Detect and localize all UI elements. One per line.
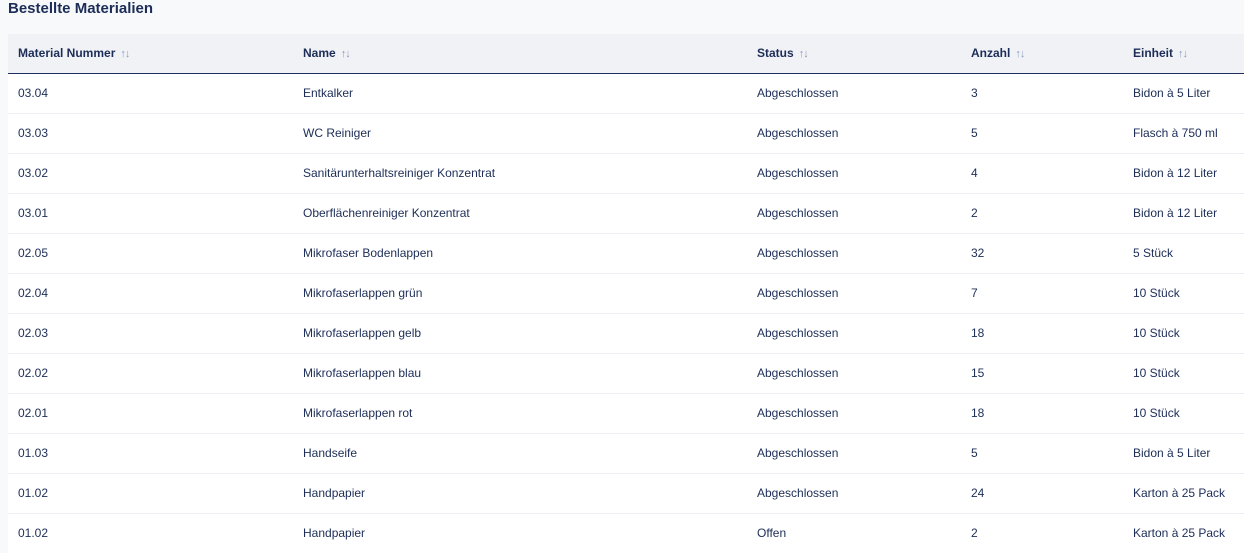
column-header-anzahl[interactable]: Anzahl ↑↓ (961, 34, 1123, 74)
cell-status: Abgeschlossen (747, 153, 961, 194)
cell-status: Abgeschlossen (747, 473, 961, 514)
table-row[interactable]: 01.02 Handpapier Offen 2 Karton à 25 Pack (8, 513, 1244, 553)
cell-material-nummer: 01.02 (8, 473, 293, 514)
cell-einheit: Bidon à 5 Liter (1123, 433, 1244, 474)
cell-material-nummer: 01.02 (8, 513, 293, 553)
cell-material-nummer: 02.05 (8, 233, 293, 274)
table-row[interactable]: 01.03 Handseife Abgeschlossen 5 Bidon à 5 Li… (8, 433, 1244, 474)
cell-anzahl: 5 (961, 433, 1123, 474)
cell-name: Mikrofaserlappen grün (293, 273, 747, 314)
cell-material-nummer: 03.04 (8, 73, 293, 114)
cell-anzahl: 2 (961, 513, 1123, 553)
cell-name: Sanitärunterhaltsreiniger Konzentrat (293, 153, 747, 194)
cell-status: Abgeschlossen (747, 273, 961, 314)
cell-einheit: Karton à 25 Pack (1123, 513, 1244, 553)
cell-status: Abgeschlossen (747, 433, 961, 474)
cell-material-nummer: 01.03 (8, 433, 293, 474)
sort-arrows-icon[interactable]: ↑↓ (799, 48, 809, 60)
cell-material-nummer: 03.02 (8, 153, 293, 194)
cell-name: Mikrofaserlappen gelb (293, 313, 747, 354)
table-header: Material Nummer ↑↓ Name ↑↓ Status ↑↓ Anzahl ↑↓ E… (8, 34, 1244, 74)
cell-anzahl: 3 (961, 73, 1123, 114)
column-header-einheit[interactable]: Einheit ↑↓ (1123, 34, 1244, 74)
cell-status: Offen (747, 513, 961, 553)
table-body: 03.04 Entkalker Abgeschlossen 3 Bidon à 5 Li… (8, 73, 1244, 553)
cell-name: WC Reiniger (293, 113, 747, 154)
table-row[interactable]: 02.03 Mikrofaserlappen gelb Abgeschlossen 1… (8, 313, 1244, 354)
cell-name: Mikrofaserlappen blau (293, 353, 747, 394)
cell-einheit: 10 Stück (1123, 273, 1244, 314)
cell-einheit: Flasch à 750 ml (1123, 113, 1244, 154)
cell-einheit: 10 Stück (1123, 313, 1244, 354)
cell-anzahl: 24 (961, 473, 1123, 514)
column-header-label: Name (303, 46, 336, 61)
page-title: Bestellte Materialien (8, 0, 154, 17)
cell-material-nummer: 02.03 (8, 313, 293, 354)
column-header-label: Material Nummer (18, 46, 116, 61)
cell-status: Abgeschlossen (747, 313, 961, 354)
cell-einheit: Bidon à 5 Liter (1123, 73, 1244, 114)
cell-anzahl: 5 (961, 113, 1123, 154)
sort-arrows-icon[interactable]: ↑↓ (1178, 48, 1188, 60)
cell-name: Handpapier (293, 513, 747, 553)
cell-anzahl: 4 (961, 153, 1123, 194)
column-header-material-nummer[interactable]: Material Nummer ↑↓ (8, 34, 293, 74)
cell-einheit: 10 Stück (1123, 393, 1244, 434)
cell-name: Handseife (293, 433, 747, 474)
cell-name: Mikrofaserlappen rot (293, 393, 747, 434)
cell-einheit: Karton à 25 Pack (1123, 473, 1244, 514)
cell-material-nummer: 03.03 (8, 113, 293, 154)
table-row[interactable]: 02.01 Mikrofaserlappen rot Abgeschlossen 18… (8, 393, 1244, 434)
cell-material-nummer: 02.04 (8, 273, 293, 314)
cell-einheit: 10 Stück (1123, 353, 1244, 394)
table-row[interactable]: 02.04 Mikrofaserlappen grün Abgeschlossen 7… (8, 273, 1244, 314)
sort-arrows-icon[interactable]: ↑↓ (341, 48, 351, 60)
cell-name: Mikrofaser Bodenlappen (293, 233, 747, 274)
cell-einheit: 5 Stück (1123, 233, 1244, 274)
cell-anzahl: 15 (961, 353, 1123, 394)
cell-einheit: Bidon à 12 Liter (1123, 153, 1244, 194)
table-row[interactable]: 03.04 Entkalker Abgeschlossen 3 Bidon à 5 Li… (8, 73, 1244, 114)
materials-table: Material Nummer ↑↓ Name ↑↓ Status ↑↓ Anzahl ↑↓ E… (8, 34, 1244, 553)
cell-anzahl: 18 (961, 313, 1123, 354)
table-row[interactable]: 02.02 Mikrofaserlappen blau Abgeschlossen 1… (8, 353, 1244, 394)
cell-material-nummer: 03.01 (8, 193, 293, 234)
cell-anzahl: 32 (961, 233, 1123, 274)
cell-anzahl: 2 (961, 193, 1123, 234)
sort-arrows-icon[interactable]: ↑↓ (1015, 48, 1025, 60)
cell-status: Abgeschlossen (747, 393, 961, 434)
table-row[interactable]: 03.01 Oberflächenreiniger Konzentrat Abges… (8, 193, 1244, 234)
cell-name: Handpapier (293, 473, 747, 514)
column-header-label: Status (757, 46, 794, 61)
cell-name: Oberflächenreiniger Konzentrat (293, 193, 747, 234)
table-row[interactable]: 03.02 Sanitärunterhaltsreiniger Konzentra… (8, 153, 1244, 194)
cell-status: Abgeschlossen (747, 353, 961, 394)
cell-status: Abgeschlossen (747, 193, 961, 234)
cell-material-nummer: 02.02 (8, 353, 293, 394)
sort-arrows-icon[interactable]: ↑↓ (120, 48, 130, 60)
table-row[interactable]: 01.02 Handpapier Abgeschlossen 24 Karton à 2… (8, 473, 1244, 514)
column-header-name[interactable]: Name ↑↓ (293, 34, 747, 74)
column-header-status[interactable]: Status ↑↓ (747, 34, 961, 74)
table-row[interactable]: 03.03 WC Reiniger Abgeschlossen 5 Flasch à 7… (8, 113, 1244, 154)
cell-anzahl: 7 (961, 273, 1123, 314)
table-header-row: Material Nummer ↑↓ Name ↑↓ Status ↑↓ Anzahl ↑↓ E… (8, 34, 1244, 74)
cell-status: Abgeschlossen (747, 73, 961, 114)
cell-material-nummer: 02.01 (8, 393, 293, 434)
table-row[interactable]: 02.05 Mikrofaser Bodenlappen Abgeschlossen… (8, 233, 1244, 274)
materials-table-container: Material Nummer ↑↓ Name ↑↓ Status ↑↓ Anzahl ↑↓ E… (8, 34, 1244, 553)
column-header-label: Einheit (1133, 46, 1174, 61)
cell-name: Entkalker (293, 73, 747, 114)
column-header-label: Anzahl (971, 46, 1011, 61)
cell-anzahl: 18 (961, 393, 1123, 434)
cell-status: Abgeschlossen (747, 233, 961, 274)
cell-status: Abgeschlossen (747, 113, 961, 154)
cell-einheit: Bidon à 12 Liter (1123, 193, 1244, 234)
